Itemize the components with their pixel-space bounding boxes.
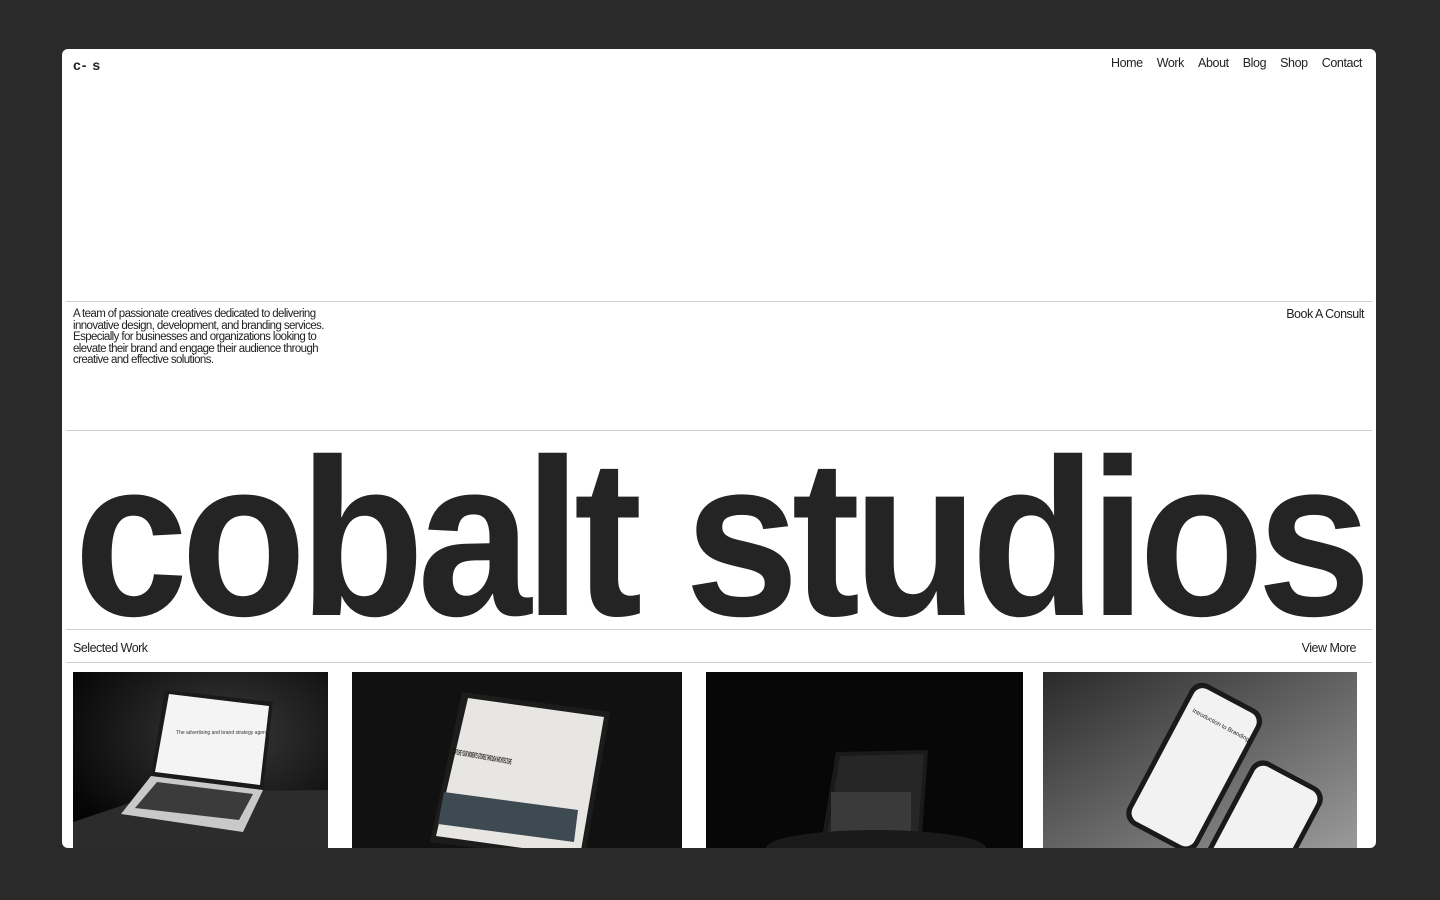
- browser-page: c- s Home Work About Blog Shop Contact A…: [62, 49, 1376, 848]
- work-card-laptop[interactable]: The advertising and brand strategy agenc…: [73, 672, 328, 848]
- divider: [66, 662, 1372, 663]
- laptop-screen-text: The advertising and brand strategy agenc…: [176, 730, 271, 736]
- hero-title: cobalt studios: [74, 413, 1364, 639]
- main-nav: Home Work About Blog Shop Contact: [1111, 56, 1362, 70]
- divider: [66, 301, 1372, 302]
- work-card-phones[interactable]: Introduction to Branding: [1043, 672, 1357, 848]
- work-card-tablet[interactable]: CAPTURE YOUR MOMENTS STORIES THROUGH ARC…: [352, 672, 682, 848]
- nav-contact[interactable]: Contact: [1322, 56, 1363, 70]
- divider: [66, 629, 1372, 630]
- hero-wordmark: cobalt studios: [62, 409, 1376, 639]
- nav-about[interactable]: About: [1198, 56, 1229, 70]
- laptop-image: The advertising and brand strategy agenc…: [73, 672, 328, 848]
- logo[interactable]: c- s: [73, 57, 101, 73]
- nav-home[interactable]: Home: [1111, 56, 1143, 70]
- book-consult-link[interactable]: Book A Consult: [1286, 307, 1364, 321]
- tablet-image: CAPTURE YOUR MOMENTS STORIES THROUGH ARC…: [352, 672, 682, 848]
- intro-text: A team of passionate creatives dedicated…: [73, 308, 324, 366]
- dark-tablet-image: [706, 672, 1023, 848]
- nav-blog[interactable]: Blog: [1243, 56, 1267, 70]
- nav-shop[interactable]: Shop: [1280, 56, 1308, 70]
- selected-work-heading: Selected Work: [73, 641, 148, 655]
- phones-image: Introduction to Branding: [1043, 672, 1357, 848]
- work-card-dark-tablet[interactable]: [706, 672, 1023, 848]
- view-more-link[interactable]: View More: [1302, 641, 1357, 655]
- nav-work[interactable]: Work: [1157, 56, 1185, 70]
